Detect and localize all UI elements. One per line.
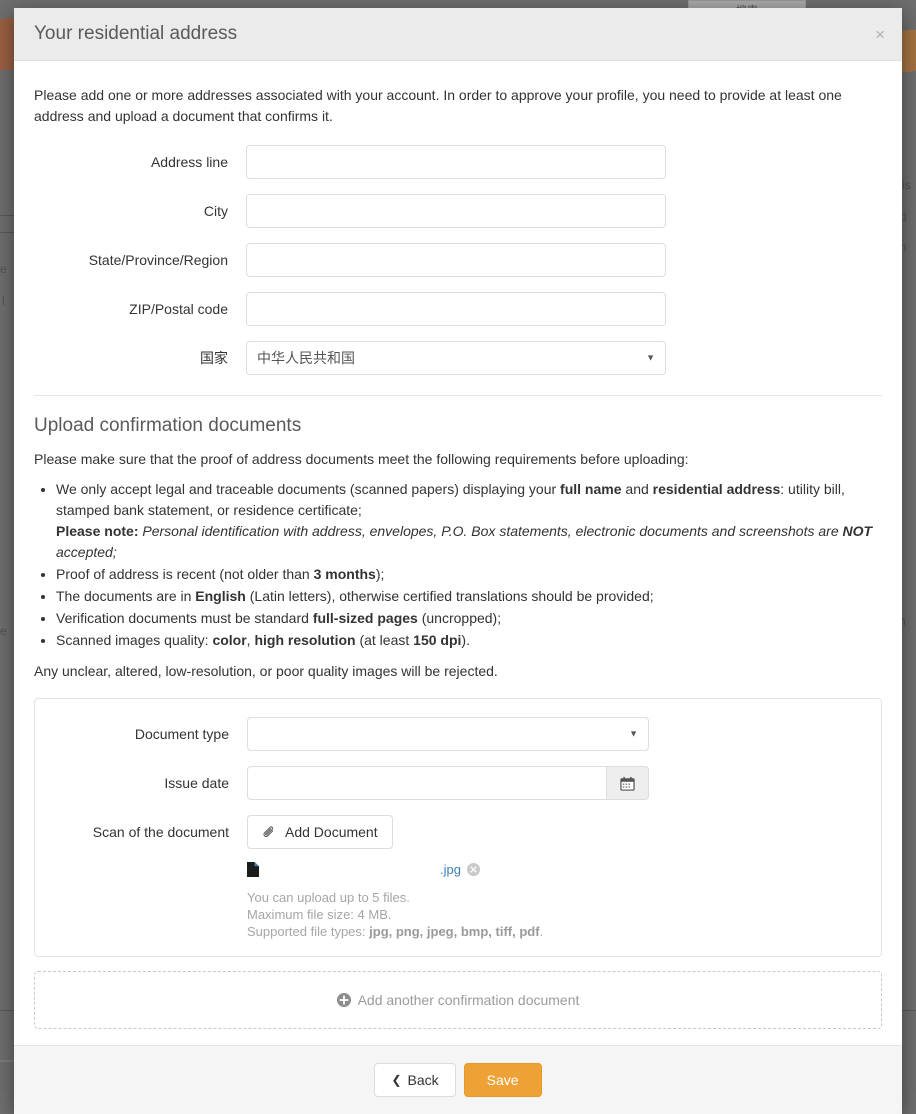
modal-body: Please add one or more addresses associa… xyxy=(14,61,902,1029)
requirement-text-4: Scanned images quality: color, high reso… xyxy=(56,632,470,648)
chevron-left-icon: ❮ xyxy=(391,1073,401,1087)
intro-text: Please add one or more addresses associa… xyxy=(34,85,882,127)
upload-section-lead: Please make sure that the proof of addre… xyxy=(34,449,882,470)
form-row-country: 国家 ▼ xyxy=(34,341,882,375)
issue-date-label: Issue date xyxy=(55,774,247,792)
document-panel: Document type ▼ Issue date xyxy=(34,698,882,957)
add-another-document-label: Add another confirmation document xyxy=(358,992,580,1008)
section-divider xyxy=(34,395,882,396)
help-line-max-size: Maximum file size: 4 MB. xyxy=(247,906,543,923)
country-select[interactable] xyxy=(246,341,666,375)
add-document-button[interactable]: Add Document xyxy=(247,815,393,849)
add-document-label: Add Document xyxy=(285,824,378,840)
help-line-max-files: You can upload up to 5 files. xyxy=(247,889,543,906)
state-input[interactable] xyxy=(246,243,666,277)
address-line-label: Address line xyxy=(34,153,246,171)
issue-date-input[interactable] xyxy=(247,766,607,800)
plus-circle-icon xyxy=(337,993,351,1007)
requirement-item: Scanned images quality: color, high reso… xyxy=(56,630,882,651)
form-row-issue-date: Issue date xyxy=(55,766,861,800)
document-type-label: Document type xyxy=(55,725,247,743)
residential-address-modal: Your residential address × Please add on… xyxy=(14,8,902,1114)
zip-label: ZIP/Postal code xyxy=(34,300,246,318)
city-label: City xyxy=(34,202,246,220)
form-row-city: City xyxy=(34,194,882,228)
file-icon xyxy=(247,862,259,877)
requirement-text-0: We only accept legal and traceable docum… xyxy=(56,481,845,518)
upload-help-text: You can upload up to 5 files. Maximum fi… xyxy=(247,889,543,940)
paperclip-icon xyxy=(262,825,277,840)
upload-section-title: Upload confirmation documents xyxy=(34,414,882,438)
country-select-wrapper[interactable]: ▼ xyxy=(246,341,666,375)
form-row-document-type: Document type ▼ xyxy=(55,717,861,751)
please-note-label: Please note: xyxy=(56,523,138,539)
help-file-types-list: jpg, png, jpeg, bmp, tiff, pdf xyxy=(369,924,539,939)
requirement-text-2: The documents are in English (Latin lett… xyxy=(56,588,654,604)
uploaded-file-row: .jpg xyxy=(247,859,543,879)
city-input[interactable] xyxy=(246,194,666,228)
requirements-list: We only accept legal and traceable docum… xyxy=(34,479,882,651)
requirement-item: The documents are in English (Latin lett… xyxy=(56,586,882,607)
requirement-text-3: Verification documents must be standard … xyxy=(56,610,501,626)
help-file-types-suffix: . xyxy=(540,924,544,939)
requirement-item: Verification documents must be standard … xyxy=(56,608,882,629)
address-form: Address line City State/Province/Region … xyxy=(34,145,882,375)
requirement-item: Proof of address is recent (not older th… xyxy=(56,564,882,585)
upload-closing-text: Any unclear, altered, low-resolution, or… xyxy=(34,661,882,682)
scan-controls: Add Document .jpg xyxy=(247,815,543,940)
back-button-label: Back xyxy=(408,1072,439,1088)
requirement-text-1: Proof of address is recent (not older th… xyxy=(56,566,384,582)
state-label: State/Province/Region xyxy=(34,251,246,269)
issue-date-group xyxy=(247,766,649,800)
help-line-file-types: Supported file types: jpg, png, jpeg, bm… xyxy=(247,923,543,940)
help-file-types-prefix: Supported file types: xyxy=(247,924,369,939)
page-title: Your residential address xyxy=(34,22,882,46)
document-type-select-wrapper[interactable]: ▼ xyxy=(247,717,649,751)
please-note-text: Personal identification with address, en… xyxy=(56,523,872,560)
add-another-document-button[interactable]: Add another confirmation document xyxy=(34,971,882,1029)
requirement-item: We only accept legal and traceable docum… xyxy=(56,479,882,563)
address-line-input[interactable] xyxy=(246,145,666,179)
modal-footer: ❮ Back Save xyxy=(14,1045,902,1114)
form-row-zip: ZIP/Postal code xyxy=(34,292,882,326)
scan-label: Scan of the document xyxy=(55,815,247,841)
zip-input[interactable] xyxy=(246,292,666,326)
remove-circle-icon[interactable] xyxy=(467,863,480,876)
calendar-icon[interactable] xyxy=(607,766,649,800)
form-row-scan: Scan of the document Add Document xyxy=(55,815,861,940)
form-row-address-line: Address line xyxy=(34,145,882,179)
country-label: 国家 xyxy=(34,349,246,367)
close-icon[interactable]: × xyxy=(875,26,885,43)
form-row-state: State/Province/Region xyxy=(34,243,882,277)
document-type-select[interactable] xyxy=(247,717,649,751)
uploaded-file-extension[interactable]: .jpg xyxy=(440,862,461,877)
modal-header: Your residential address × xyxy=(14,8,902,61)
